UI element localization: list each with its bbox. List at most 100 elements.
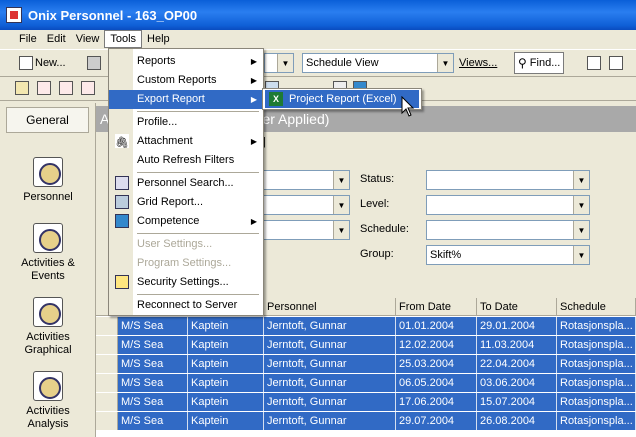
table-row[interactable]: M/S Sea Kaptein Jerntoft, Gunnar 06.05.2004…	[96, 374, 636, 393]
views-button[interactable]: Views...	[456, 52, 500, 74]
table-cell[interactable]: M/S Sea	[118, 374, 188, 392]
activities-graphical-icon	[33, 297, 63, 327]
sidebar-item-activities-analysis[interactable]: Activities Analysis	[0, 371, 96, 431]
submenu-item-project-report-excel[interactable]: X Project Report (Excel)	[265, 90, 419, 108]
sidebar-item-personnel[interactable]: Personnel	[0, 157, 96, 204]
table-cell[interactable]: Rotasjonspla...	[557, 355, 636, 373]
filter-combo-3[interactable]: ▼	[260, 220, 350, 240]
schedule-combo[interactable]: ▼	[426, 220, 590, 240]
list-view-button[interactable]	[584, 52, 606, 74]
table-cell[interactable]: 01.01.2004	[396, 317, 477, 335]
table-cell[interactable]: Rotasjonspla...	[557, 412, 636, 430]
report-button-3[interactable]	[78, 77, 100, 99]
table-row[interactable]: M/S Sea Kaptein Jerntoft, Gunnar 25.03.2004…	[96, 355, 636, 374]
table-cell[interactable]: 29.07.2004	[396, 412, 477, 430]
mouse-cursor-icon	[401, 96, 415, 117]
table-cell[interactable]: 25.03.2004	[396, 355, 477, 373]
level-combo[interactable]: ▼	[426, 195, 590, 215]
table-cell[interactable]: Kaptein	[188, 355, 264, 373]
table-cell[interactable]: 15.07.2004	[477, 393, 557, 411]
sidebar-item-activities-events[interactable]: Activities & Events	[0, 223, 96, 283]
table-cell[interactable]: 03.06.2004	[477, 374, 557, 392]
filter-combo-1[interactable]: ▼	[260, 170, 350, 190]
table-cell[interactable]: Kaptein	[188, 374, 264, 392]
menu-item-competence[interactable]: Competence ▶	[109, 212, 263, 231]
menu-item-attachment[interactable]: 🖇 Attachment ▶	[109, 132, 263, 151]
group-combo[interactable]: Skift% ▼	[426, 245, 590, 265]
table-row[interactable]: M/S Sea Kaptein Jerntoft, Gunnar 01.01.2004…	[96, 317, 636, 336]
menu-item-grid-report[interactable]: Grid Report...	[109, 193, 263, 212]
table-cell[interactable]: Jerntoft, Gunnar	[264, 393, 396, 411]
table-cell[interactable]: Rotasjonspla...	[557, 317, 636, 335]
table-cell[interactable]: 22.04.2004	[477, 355, 557, 373]
tree-view-button[interactable]	[606, 52, 628, 74]
row-header[interactable]	[96, 355, 118, 373]
column-header-to-date[interactable]: To Date	[477, 298, 557, 316]
table-cell[interactable]: 17.06.2004	[396, 393, 477, 411]
table-row[interactable]: M/S Sea Kaptein Jerntoft, Gunnar 29.07.2004…	[96, 412, 636, 431]
table-cell[interactable]: M/S Sea	[118, 412, 188, 430]
table-row[interactable]: M/S Sea Kaptein Jerntoft, Gunnar 12.02.2004…	[96, 336, 636, 355]
menu-edit[interactable]: Edit	[42, 30, 71, 48]
table-cell[interactable]: M/S Sea	[118, 317, 188, 335]
column-header-personnel[interactable]: Personnel	[264, 298, 396, 316]
new-button[interactable]: New...	[16, 52, 69, 74]
table-cell[interactable]: 12.02.2004	[396, 336, 477, 354]
sidebar-header[interactable]: General	[6, 107, 89, 133]
find-button[interactable]: ⚲ Find...	[514, 52, 565, 74]
menu-item-auto-refresh-filters[interactable]: Auto Refresh Filters	[109, 151, 263, 170]
menu-item-profile[interactable]: Profile...	[109, 113, 263, 132]
table-row[interactable]: M/S Sea Kaptein Jerntoft, Gunnar 17.06.2004…	[96, 393, 636, 412]
chevron-right-icon: ▶	[250, 76, 257, 85]
row-header[interactable]	[96, 317, 118, 335]
table-cell[interactable]: Jerntoft, Gunnar	[264, 374, 396, 392]
menu-item-reconnect-to-server[interactable]: Reconnect to Server	[109, 296, 263, 315]
row-header[interactable]	[96, 412, 118, 430]
report-button-2[interactable]	[56, 77, 78, 99]
table-cell[interactable]: Rotasjonspla...	[557, 374, 636, 392]
row-header[interactable]	[96, 393, 118, 411]
row-header[interactable]	[96, 374, 118, 392]
chevron-right-icon: ▶	[250, 95, 257, 104]
table-cell[interactable]: Jerntoft, Gunnar	[264, 412, 396, 430]
table-cell[interactable]: Rotasjonspla...	[557, 393, 636, 411]
table-cell[interactable]: 06.05.2004	[396, 374, 477, 392]
print-button[interactable]	[84, 52, 106, 74]
menu-item-reports[interactable]: Reports ▶	[109, 52, 263, 71]
table-cell[interactable]: Rotasjonspla...	[557, 336, 636, 354]
folder-button[interactable]	[12, 77, 34, 99]
table-cell[interactable]: Jerntoft, Gunnar	[264, 336, 396, 354]
sidebar-item-activities-graphical[interactable]: Activities Graphical	[0, 297, 96, 357]
menu-view[interactable]: View	[71, 30, 105, 48]
table-cell[interactable]: 26.08.2004	[477, 412, 557, 430]
table-cell[interactable]: 29.01.2004	[477, 317, 557, 335]
filter-combo-2[interactable]: ▼	[260, 195, 350, 215]
title-bar: Onix Personnel - 163_OP00	[0, 0, 636, 30]
table-cell[interactable]: Kaptein	[188, 336, 264, 354]
menu-tools[interactable]: Tools	[104, 30, 143, 48]
table-cell[interactable]: Kaptein	[188, 393, 264, 411]
view-combo[interactable]: Schedule View ▼	[302, 53, 454, 73]
column-header-from-date[interactable]: From Date	[396, 298, 477, 316]
menu-help[interactable]: Help	[142, 30, 175, 48]
menu-item-export-report[interactable]: Export Report ▶	[109, 90, 263, 109]
status-combo[interactable]: ▼	[426, 170, 590, 190]
menu-item-personnel-search[interactable]: Personnel Search...	[109, 174, 263, 193]
layout-combo[interactable]: ▼	[264, 53, 294, 73]
menu-item-custom-reports[interactable]: Custom Reports ▶	[109, 71, 263, 90]
schedule-grid[interactable]: Personnel From Date To Date Schedule M/S…	[96, 298, 636, 437]
menu-file[interactable]: File	[14, 30, 42, 48]
report-button-1[interactable]	[34, 77, 56, 99]
table-cell[interactable]: 11.03.2004	[477, 336, 557, 354]
table-cell[interactable]: M/S Sea	[118, 393, 188, 411]
table-cell[interactable]: Kaptein	[188, 412, 264, 430]
chevron-down-icon: ▼	[333, 196, 349, 214]
menu-item-security-settings[interactable]: Security Settings...	[109, 273, 263, 292]
table-cell[interactable]: M/S Sea	[118, 336, 188, 354]
row-header[interactable]	[96, 336, 118, 354]
table-cell[interactable]: M/S Sea	[118, 355, 188, 373]
table-cell[interactable]: Jerntoft, Gunnar	[264, 317, 396, 335]
table-cell[interactable]: Jerntoft, Gunnar	[264, 355, 396, 373]
column-header-schedule[interactable]: Schedule	[557, 298, 636, 316]
table-cell[interactable]: Kaptein	[188, 317, 264, 335]
